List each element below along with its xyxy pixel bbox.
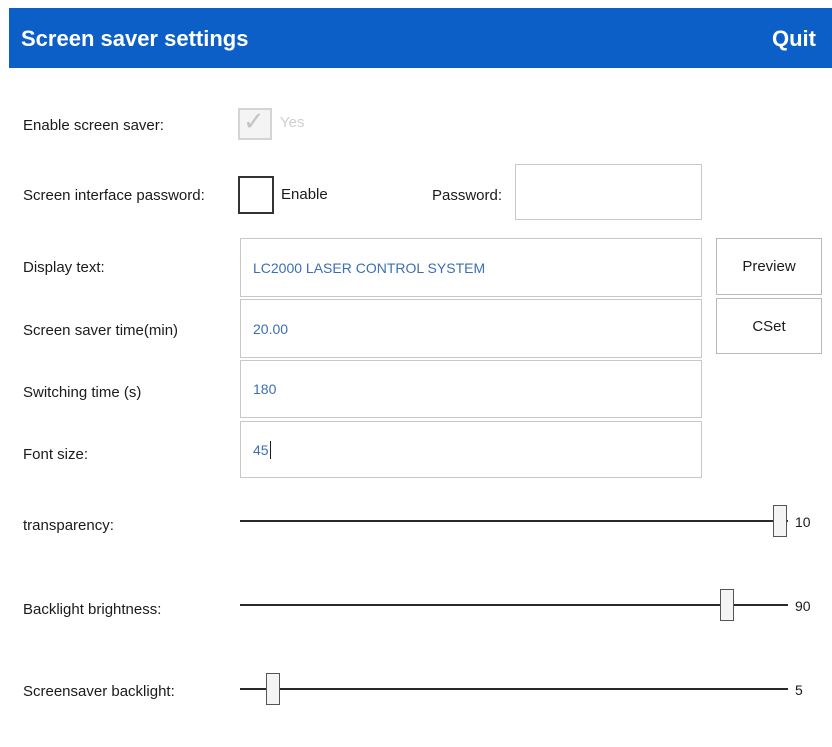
backlight-brightness-slider-track[interactable]	[240, 604, 788, 606]
font-size-value: 45	[253, 441, 269, 458]
transparency-slider-thumb[interactable]	[773, 505, 787, 537]
screen-saver-time-value: 20.00	[253, 320, 289, 337]
display-text-input[interactable]: LC2000 LASER CONTROL SYSTEM	[240, 238, 702, 297]
display-text-label: Display text:	[23, 259, 105, 276]
font-size-label: Font size:	[23, 446, 89, 463]
password-label: Password:	[432, 187, 503, 204]
password-enable-label: Enable	[281, 186, 328, 203]
preview-button[interactable]: Preview	[716, 238, 822, 295]
screen-saver-time-label: Screen saver time(min)	[23, 322, 179, 339]
screensaver-backlight-label: Screensaver backlight:	[23, 683, 175, 700]
password-field[interactable]	[515, 164, 702, 220]
transparency-slider-track[interactable]	[240, 520, 788, 522]
screen-password-label: Screen interface password:	[23, 187, 205, 204]
transparency-value: 10	[795, 514, 811, 530]
backlight-brightness-value: 90	[795, 598, 811, 614]
password-enable-checkbox[interactable]	[238, 176, 274, 214]
switching-time-value: 180	[253, 381, 277, 397]
display-text-value: LC2000 LASER CONTROL SYSTEM	[253, 259, 486, 276]
transparency-label: transparency:	[23, 517, 114, 534]
checkmark-icon: ✓	[243, 106, 265, 136]
backlight-brightness-label: Backlight brightness:	[23, 601, 162, 618]
screen-saver-settings-window: Screen saver settings Quit Enable screen…	[0, 0, 832, 747]
screensaver-backlight-slider-track[interactable]	[240, 688, 788, 690]
enable-screen-saver-checkbox[interactable]: ✓	[238, 106, 272, 140]
switching-time-input[interactable]: 180	[240, 360, 702, 418]
screen-saver-time-input[interactable]: 20.00	[240, 299, 702, 358]
enable-screen-saver-label: Enable screen saver:	[23, 117, 164, 134]
switching-time-label: Switching time (s)	[23, 384, 142, 401]
window-title: Screen saver settings	[21, 26, 249, 51]
backlight-brightness-slider-thumb[interactable]	[720, 589, 734, 621]
quit-button[interactable]: Quit	[772, 26, 816, 52]
screensaver-backlight-slider-thumb[interactable]	[266, 673, 280, 705]
screensaver-backlight-value: 5	[795, 682, 803, 698]
font-size-input[interactable]: 45	[240, 421, 702, 478]
cset-button[interactable]: CSet	[716, 298, 822, 354]
title-bar: Screen saver settings Quit	[9, 8, 832, 68]
text-cursor	[269, 440, 271, 459]
enable-screen-saver-yes-label: Yes	[280, 114, 305, 131]
